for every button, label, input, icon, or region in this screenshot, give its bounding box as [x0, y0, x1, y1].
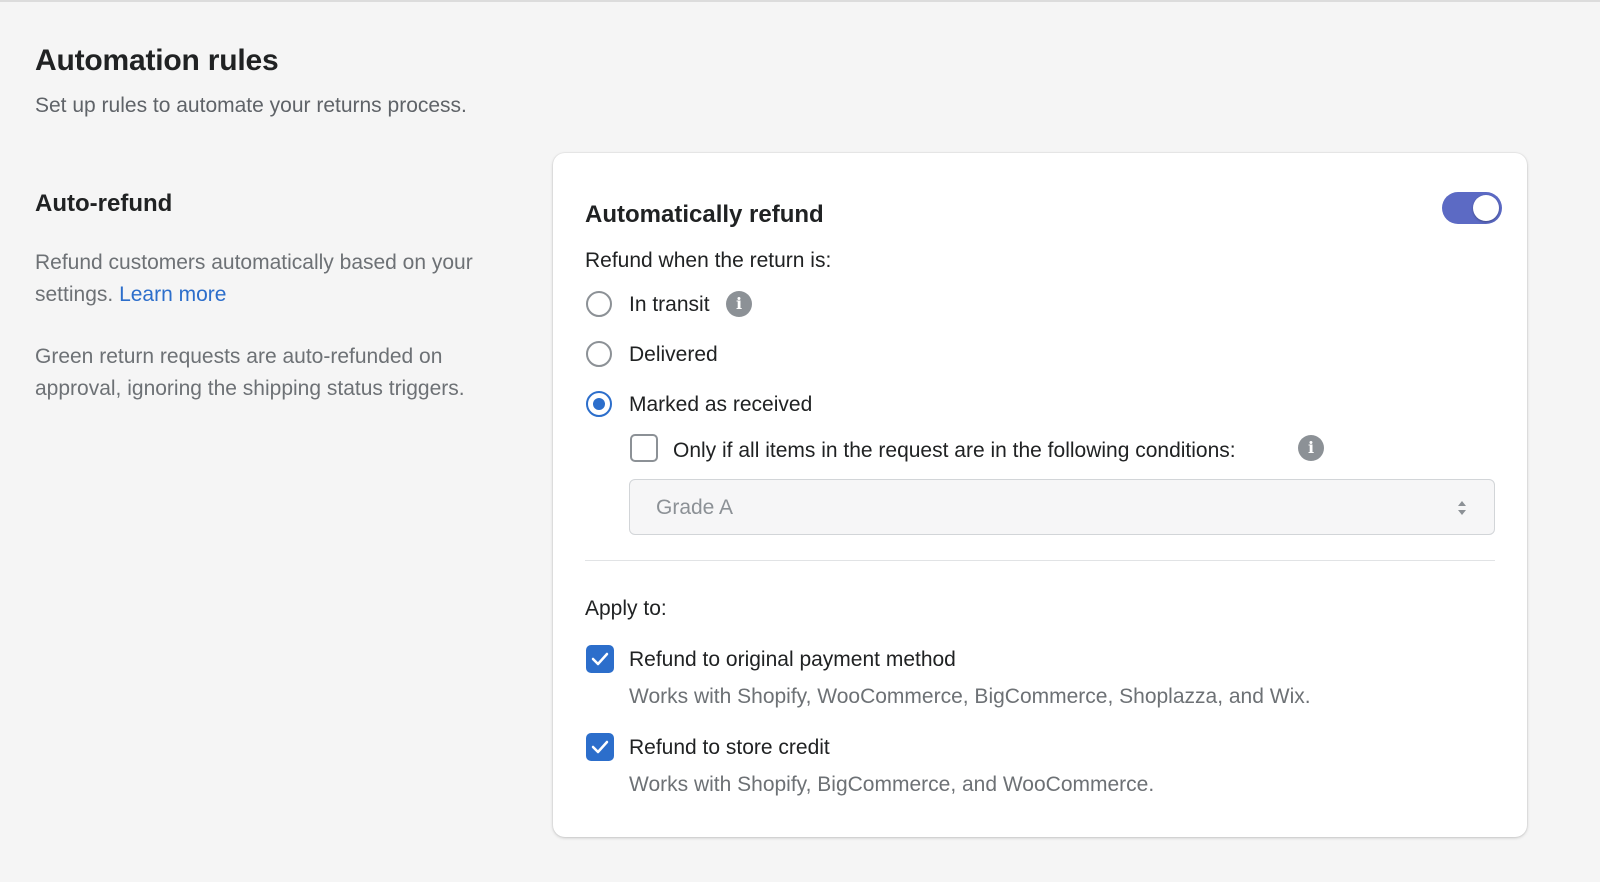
- condition-checkbox[interactable]: [630, 434, 658, 462]
- radio-marked-received-label: Marked as received: [629, 393, 813, 416]
- apply-original-checkbox[interactable]: [586, 645, 614, 673]
- learn-more-link[interactable]: Learn more: [119, 283, 226, 306]
- auto-refund-card: Automatically refund Refund when the ret…: [553, 153, 1527, 837]
- radio-delivered-label: Delivered: [629, 343, 718, 366]
- radio-marked-received[interactable]: [586, 391, 612, 417]
- top-border: [0, 0, 1600, 2]
- checkmark-icon: [591, 652, 609, 666]
- select-arrows-icon: [1456, 499, 1468, 522]
- section-description-text: Refund customers automatically based on …: [35, 251, 473, 306]
- section-description: Refund customers automatically based on …: [35, 247, 495, 311]
- condition-select[interactable]: Grade A: [629, 479, 1495, 535]
- page-title: Automation rules: [35, 44, 279, 77]
- checkmark-icon: [591, 740, 609, 754]
- card-title: Automatically refund: [585, 201, 824, 228]
- radio-in-transit-label: In transit: [629, 293, 710, 316]
- auto-refund-toggle[interactable]: [1442, 192, 1502, 224]
- divider: [585, 560, 1495, 561]
- condition-select-value: Grade A: [656, 496, 734, 519]
- apply-store-credit-help: Works with Shopify, BigCommerce, and Woo…: [629, 773, 1155, 796]
- apply-original-label: Refund to original payment method: [629, 648, 956, 671]
- radio-in-transit[interactable]: [586, 291, 612, 317]
- section-note: Green return requests are auto-refunded …: [35, 345, 465, 400]
- apply-store-credit-label: Refund to store credit: [629, 736, 830, 759]
- refund-when-label: Refund when the return is:: [585, 249, 832, 272]
- radio-delivered[interactable]: [586, 341, 612, 367]
- apply-to-label: Apply to:: [585, 597, 667, 620]
- apply-original-help: Works with Shopify, WooCommerce, BigComm…: [629, 685, 1311, 708]
- info-icon[interactable]: i: [726, 291, 752, 317]
- apply-store-credit-checkbox[interactable]: [586, 733, 614, 761]
- page-subtitle: Set up rules to automate your returns pr…: [35, 94, 467, 117]
- condition-checkbox-label: Only if all items in the request are in …: [673, 439, 1236, 462]
- section-title: Auto-refund: [35, 190, 173, 217]
- toggle-knob: [1473, 195, 1499, 221]
- condition-info-icon[interactable]: i: [1298, 435, 1324, 461]
